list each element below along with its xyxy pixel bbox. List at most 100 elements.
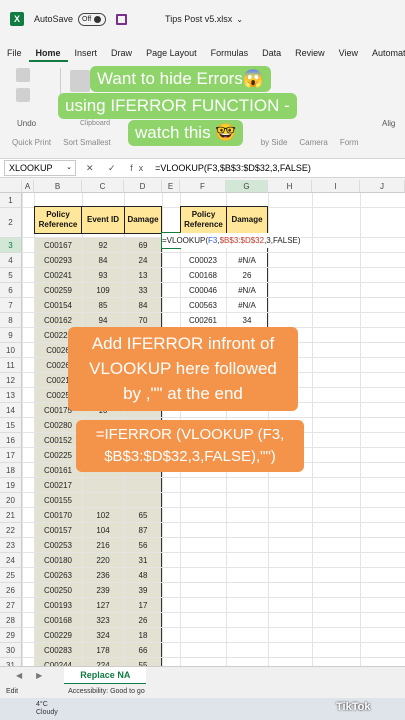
damage-cell[interactable]: 33	[124, 283, 162, 298]
row-header-29[interactable]: 29	[0, 628, 22, 643]
policy-reference-cell[interactable]: C00259	[34, 283, 82, 298]
row-header-7[interactable]: 7	[0, 298, 22, 313]
row-header-16[interactable]: 16	[0, 433, 22, 448]
damage-cell[interactable]: 24	[124, 253, 162, 268]
view-side-by-side-button[interactable]: by Side	[261, 138, 288, 147]
row-header-25[interactable]: 25	[0, 568, 22, 583]
row-header-27[interactable]: 27	[0, 598, 22, 613]
autosave-toggle[interactable]: Off	[78, 12, 107, 26]
policy-reference-cell[interactable]: C00161	[34, 463, 82, 478]
redo-icon[interactable]	[16, 88, 30, 102]
policy-reference-cell[interactable]: C00162	[34, 313, 82, 328]
policy-reference-cell[interactable]: C00280	[34, 418, 82, 433]
weather-widget[interactable]: 4°C Cloudy	[36, 701, 58, 717]
camera-button[interactable]: Camera	[299, 138, 327, 147]
undo-icon[interactable]	[16, 68, 30, 82]
event-id-cell[interactable]: 93	[82, 268, 124, 283]
row-header-14[interactable]: 14	[0, 403, 22, 418]
lookup-policy-cell[interactable]: C00168	[180, 268, 226, 283]
policy-reference-cell[interactable]: C00152	[34, 433, 82, 448]
row-header-17[interactable]: 17	[0, 448, 22, 463]
row-header-30[interactable]: 30	[0, 643, 22, 658]
policy-reference-cell[interactable]: C00293	[34, 253, 82, 268]
damage-cell[interactable]: 18	[124, 628, 162, 643]
damage-cell[interactable]: 26	[124, 613, 162, 628]
row-header-19[interactable]: 19	[0, 478, 22, 493]
event-id-cell[interactable]: 84	[82, 253, 124, 268]
column-header-i[interactable]: I	[312, 180, 360, 193]
row-header-15[interactable]: 15	[0, 418, 22, 433]
event-id-cell[interactable]: 104	[82, 523, 124, 538]
damage-cell[interactable]: 17	[124, 598, 162, 613]
row-header-21[interactable]: 21	[0, 508, 22, 523]
event-id-cell[interactable]: 85	[82, 298, 124, 313]
lookup-policy-cell[interactable]: C00261	[180, 313, 226, 328]
row-header-18[interactable]: 18	[0, 463, 22, 478]
lookup-damage-cell[interactable]: #N/A	[226, 283, 268, 298]
sheet-tab-replace-na[interactable]: Replace NA	[64, 666, 147, 685]
policy-reference-cell[interactable]: C00244	[34, 658, 82, 666]
lookup-damage-cell[interactable]: 34	[226, 313, 268, 328]
damage-cell[interactable]: 84	[124, 298, 162, 313]
policy-reference-cell[interactable]: C00180	[34, 553, 82, 568]
column-header-h[interactable]: H	[268, 180, 312, 193]
damage-cell[interactable]: 65	[124, 508, 162, 523]
event-id-cell[interactable]	[82, 493, 124, 508]
row-header-24[interactable]: 24	[0, 553, 22, 568]
row-header-1[interactable]: 1	[0, 193, 22, 208]
lookup-damage-cell[interactable]: #N/A	[226, 253, 268, 268]
policy-reference-cell[interactable]: C00155	[34, 493, 82, 508]
event-id-cell[interactable]: 94	[82, 313, 124, 328]
damage-cell[interactable]: 69	[124, 238, 162, 253]
column-header-c[interactable]: C	[82, 180, 124, 193]
policy-reference-cell[interactable]: C00241	[34, 268, 82, 283]
event-id-cell[interactable]	[82, 478, 124, 493]
tab-view[interactable]: View	[332, 44, 365, 62]
column-header-g[interactable]: G	[226, 180, 268, 193]
row-header-28[interactable]: 28	[0, 613, 22, 628]
policy-reference-cell[interactable]: C00193	[34, 598, 82, 613]
event-id-cell[interactable]: 109	[82, 283, 124, 298]
lookup-policy-cell[interactable]: C00563	[180, 298, 226, 313]
column-header-e[interactable]: E	[162, 180, 180, 193]
row-header-20[interactable]: 20	[0, 493, 22, 508]
damage-cell[interactable]: 66	[124, 643, 162, 658]
row-header-12[interactable]: 12	[0, 373, 22, 388]
column-header-a[interactable]: A	[22, 180, 34, 193]
damage-cell[interactable]: 55	[124, 658, 162, 666]
column-header-j[interactable]: J	[360, 180, 405, 193]
event-id-cell[interactable]: 102	[82, 508, 124, 523]
column-header-b[interactable]: B	[34, 180, 82, 193]
event-id-cell[interactable]: 216	[82, 538, 124, 553]
tab-formulas[interactable]: Formulas	[204, 44, 256, 62]
row-header-31[interactable]: 31	[0, 658, 22, 666]
row-header-9[interactable]: 9	[0, 328, 22, 343]
policy-reference-cell[interactable]: C00229	[34, 628, 82, 643]
event-id-cell[interactable]: 323	[82, 613, 124, 628]
sort-smallest-button[interactable]: Sort Smallest	[63, 138, 111, 147]
file-name[interactable]: Tips Post v5.xlsx	[165, 14, 232, 24]
tab-page-layout[interactable]: Page Layout	[139, 44, 204, 62]
row-header-10[interactable]: 10	[0, 343, 22, 358]
event-id-cell[interactable]: 324	[82, 628, 124, 643]
column-header-f[interactable]: F	[180, 180, 226, 193]
fx-icon[interactable]: ✕ ✓ fx	[86, 163, 149, 174]
damage-cell[interactable]	[124, 493, 162, 508]
lookup-damage-cell[interactable]: #N/A	[226, 298, 268, 313]
quick-print-button[interactable]: Quick Print	[12, 138, 51, 147]
policy-reference-cell[interactable]: C00250	[34, 583, 82, 598]
row-header-11[interactable]: 11	[0, 358, 22, 373]
header-damage[interactable]: Damage	[124, 206, 162, 234]
damage-cell[interactable]: 56	[124, 538, 162, 553]
policy-reference-cell[interactable]: C00168	[34, 613, 82, 628]
sheet-prev-icon[interactable]: ◀	[16, 671, 22, 680]
policy-reference-cell[interactable]: C00167	[34, 238, 82, 253]
lookup-header-damage[interactable]: Damage	[226, 206, 268, 234]
policy-reference-cell[interactable]: C00263	[34, 568, 82, 583]
tab-file[interactable]: File	[0, 44, 29, 62]
row-header-5[interactable]: 5	[0, 268, 22, 283]
formula-input[interactable]: =VLOOKUP(F3,$B$3:$D$32,3,FALSE)	[155, 163, 311, 173]
row-header-4[interactable]: 4	[0, 253, 22, 268]
event-id-cell[interactable]: 236	[82, 568, 124, 583]
policy-reference-cell[interactable]: C00154	[34, 298, 82, 313]
